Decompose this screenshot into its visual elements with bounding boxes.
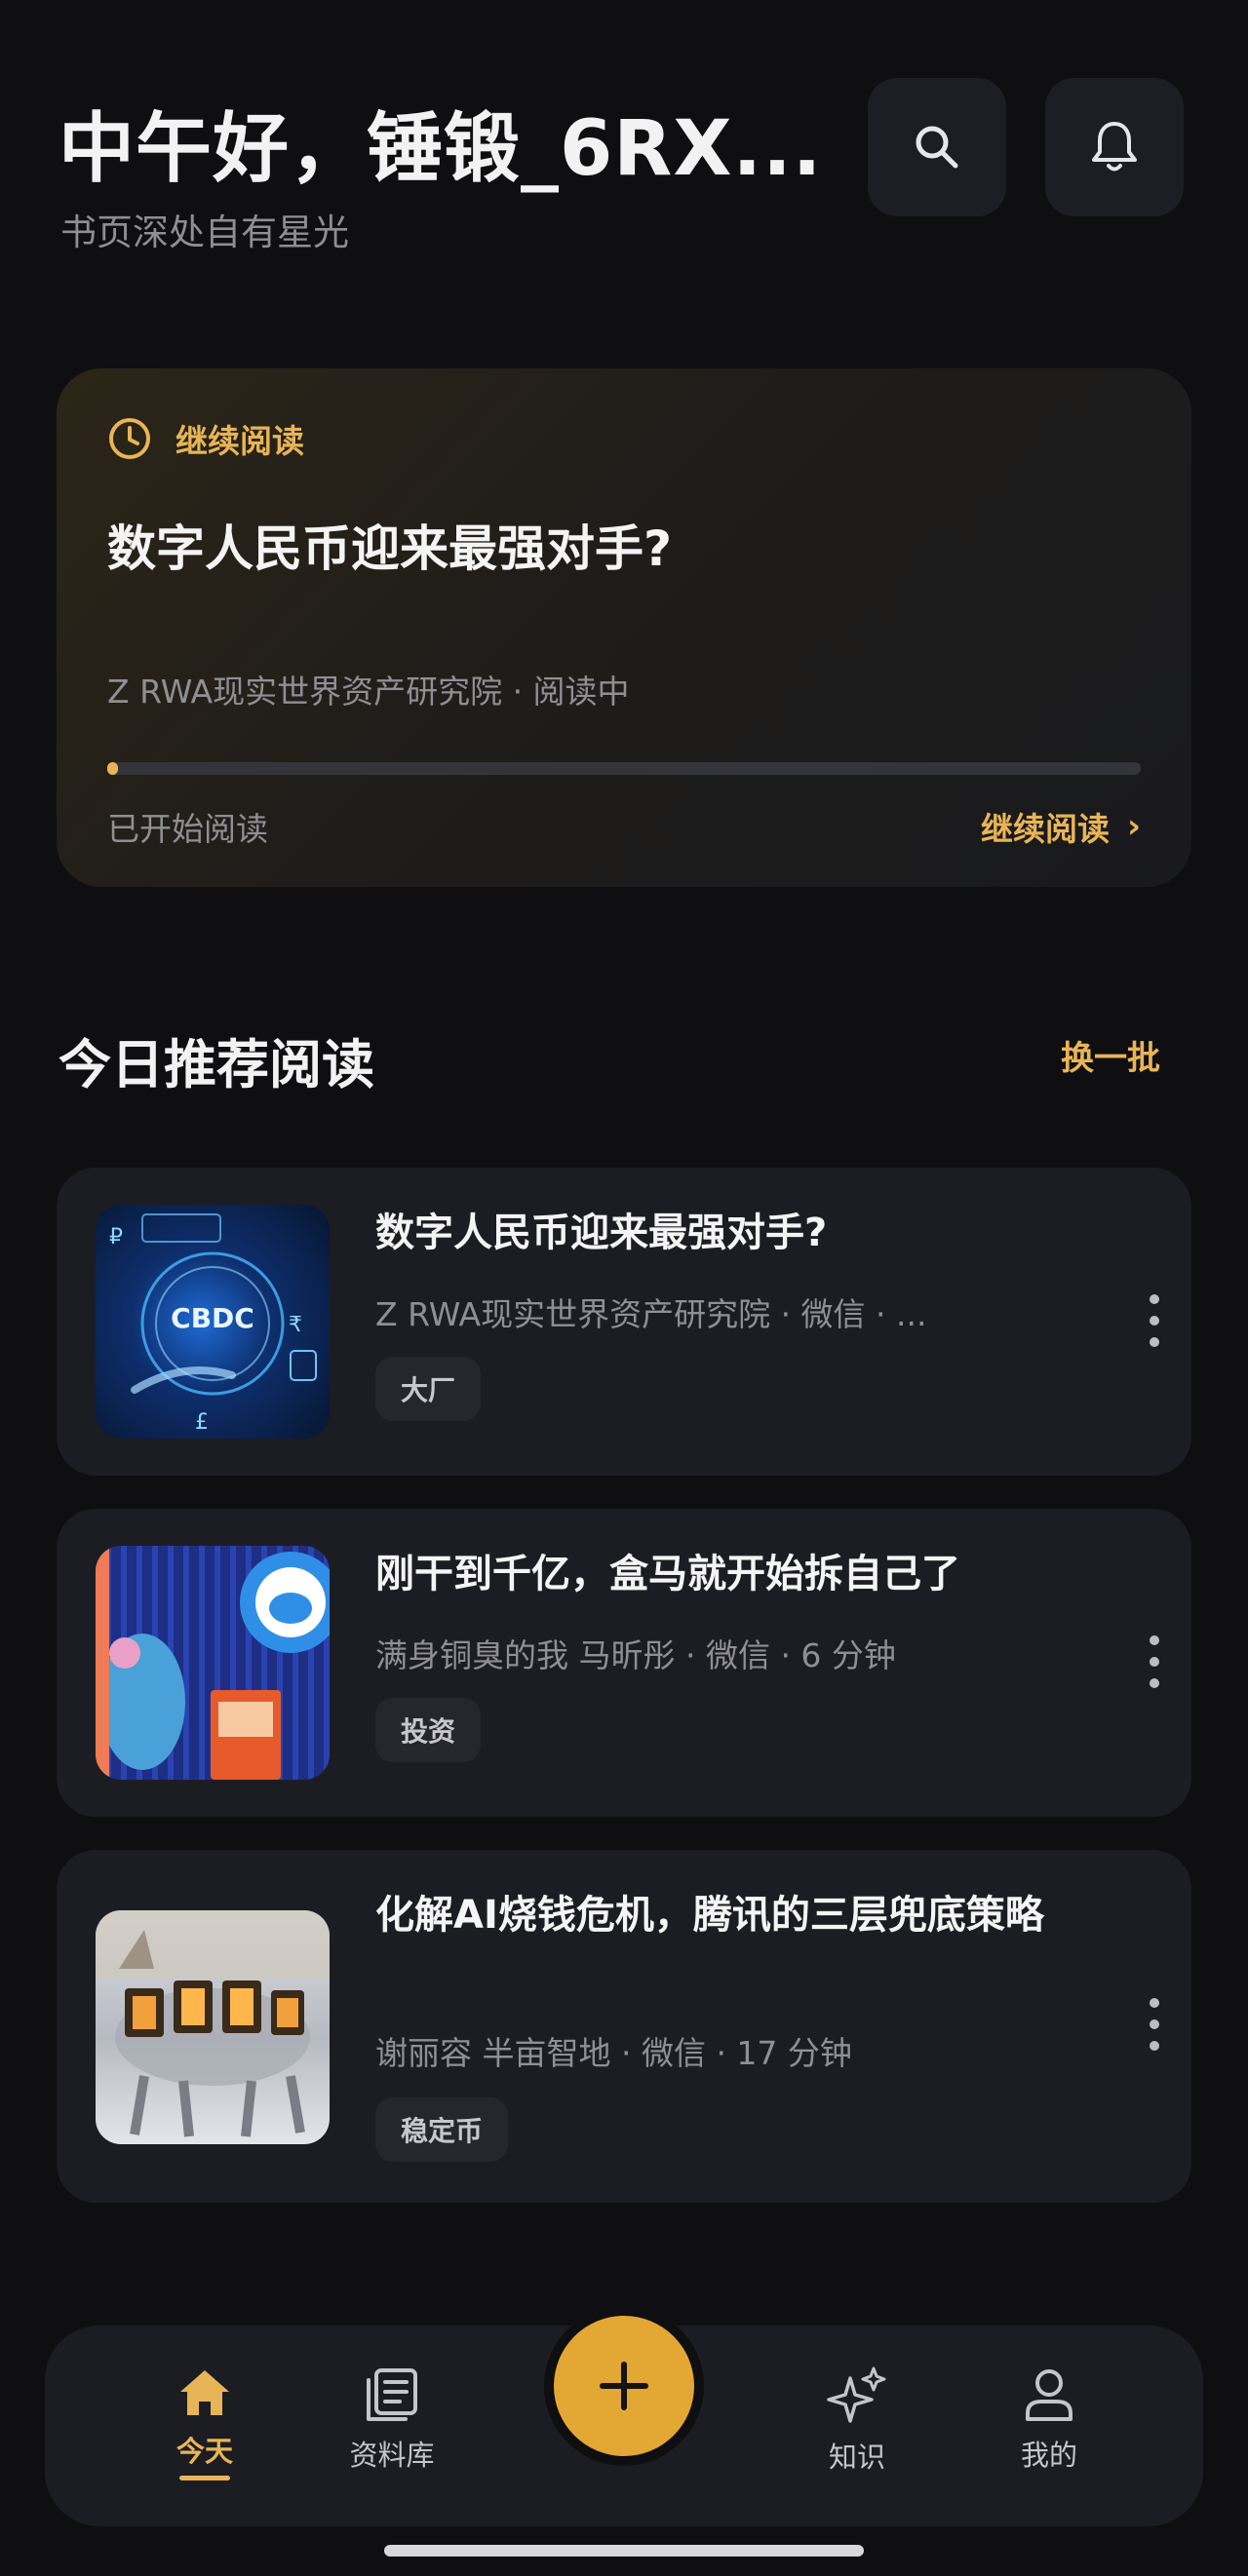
nav-label: 知识 [828, 2441, 885, 2474]
sparkle-icon [827, 2366, 886, 2423]
article-title: 化解AI烧钱危机，腾讯的三层兜底策略 [375, 1893, 1044, 1938]
article-tag[interactable]: 投资 [375, 1698, 482, 1762]
more-dots-icon [1150, 1294, 1159, 1304]
hema-image [96, 1546, 330, 1780]
ai-machine-image [96, 1910, 330, 2137]
bell-icon [1092, 122, 1137, 172]
notifications-button[interactable] [1045, 78, 1184, 216]
nav-item-knowledge[interactable]: 知识 [779, 2366, 935, 2476]
reading-status: 已开始阅读 [107, 810, 268, 848]
continue-reading-title: 数字人民币迎来最强对手? [107, 520, 673, 577]
nav-item-library[interactable]: 资料库 [314, 2366, 470, 2474]
active-indicator [179, 2476, 230, 2480]
article-meta: 谢丽容 半亩智地 · 微信 · 17 分钟 [375, 2034, 852, 2072]
home-indicator[interactable] [384, 2545, 864, 2557]
continue-reading-header: 继续阅读 [107, 415, 304, 462]
search-icon [916, 126, 958, 169]
section-title: 今日推荐阅读 [58, 1034, 374, 1096]
header: 中午好，锤锻_6RX... 书页深处自有星光 [58, 78, 1190, 253]
article-tag[interactable]: 大厂 [375, 1357, 482, 1421]
clock-icon [109, 418, 150, 459]
nav-label: 今天 [176, 2435, 233, 2468]
article-thumbnail [96, 1910, 330, 2144]
more-options-button[interactable] [1135, 1628, 1174, 1696]
nav-item-today[interactable]: 今天 [127, 2366, 283, 2480]
chevron-right-icon: › [1126, 807, 1141, 846]
continue-reading-label: 继续阅读 [176, 422, 304, 460]
nav-label: 资料库 [349, 2439, 435, 2472]
svg-text:₽: ₽ [109, 1225, 123, 1250]
article-card[interactable]: 刚干到千亿，盒马就开始拆自己了 满身铜臭的我 马昕彤 · 微信 · 6 分钟 投… [57, 1509, 1191, 1817]
article-thumbnail: ₽ ₹ £ CBDC [96, 1205, 330, 1439]
search-button[interactable] [868, 78, 1006, 216]
add-button[interactable] [554, 2316, 694, 2456]
nav-item-profile[interactable]: 我的 [971, 2366, 1127, 2474]
greeting-title: 中午好，锤锻_6RX... [58, 105, 823, 193]
svg-text:£: £ [195, 1410, 209, 1435]
library-icon [367, 2368, 417, 2421]
home-icon [180, 2370, 229, 2415]
greeting-subtitle: 书页深处自有星光 [60, 211, 349, 253]
more-options-button[interactable] [1135, 1287, 1174, 1355]
reading-progress-fill [107, 762, 118, 775]
article-meta: Z RWA现实世界资产研究院 · 微信 · ... [375, 1295, 927, 1333]
refresh-button[interactable]: 换一批 [1061, 1031, 1160, 1079]
article-thumbnail [96, 1546, 330, 1780]
more-dots-icon [1150, 1635, 1159, 1645]
continue-reading-action-label: 继续阅读 [980, 810, 1110, 848]
add-button-ring [544, 2306, 704, 2466]
nav-label: 我的 [1020, 2439, 1077, 2472]
article-card[interactable]: ₽ ₹ £ CBDC 数字人民币迎来最强对手? Z RWA现实世界资产研究院 ·… [57, 1168, 1191, 1476]
more-dots-icon [1150, 1998, 1159, 2008]
reading-progress-bar [107, 762, 1141, 775]
continue-reading-button[interactable]: 继续阅读 › [981, 803, 1141, 850]
thumbnail-text: CBDC [171, 1302, 254, 1334]
bottom-nav: 今天 资料库 知识 我的 [45, 2306, 1203, 2526]
more-options-button[interactable] [1135, 1990, 1174, 2058]
article-meta: 满身铜臭的我 马昕彤 · 微信 · 6 分钟 [375, 1636, 896, 1674]
article-card[interactable]: 化解AI烧钱危机，腾讯的三层兜底策略 谢丽容 半亩智地 · 微信 · 17 分钟… [57, 1850, 1191, 2203]
person-icon [1026, 2369, 1072, 2421]
article-title: 刚干到千亿，盒马就开始拆自己了 [375, 1552, 960, 1596]
article-title: 数字人民币迎来最强对手? [375, 1211, 828, 1255]
plus-icon [600, 2362, 648, 2410]
continue-reading-meta: Z RWA现实世界资产研究院 · 阅读中 [107, 673, 630, 711]
article-tag[interactable]: 稳定币 [375, 2097, 509, 2162]
continue-reading-card[interactable]: 继续阅读 数字人民币迎来最强对手? Z RWA现实世界资产研究院 · 阅读中 已… [57, 368, 1191, 887]
